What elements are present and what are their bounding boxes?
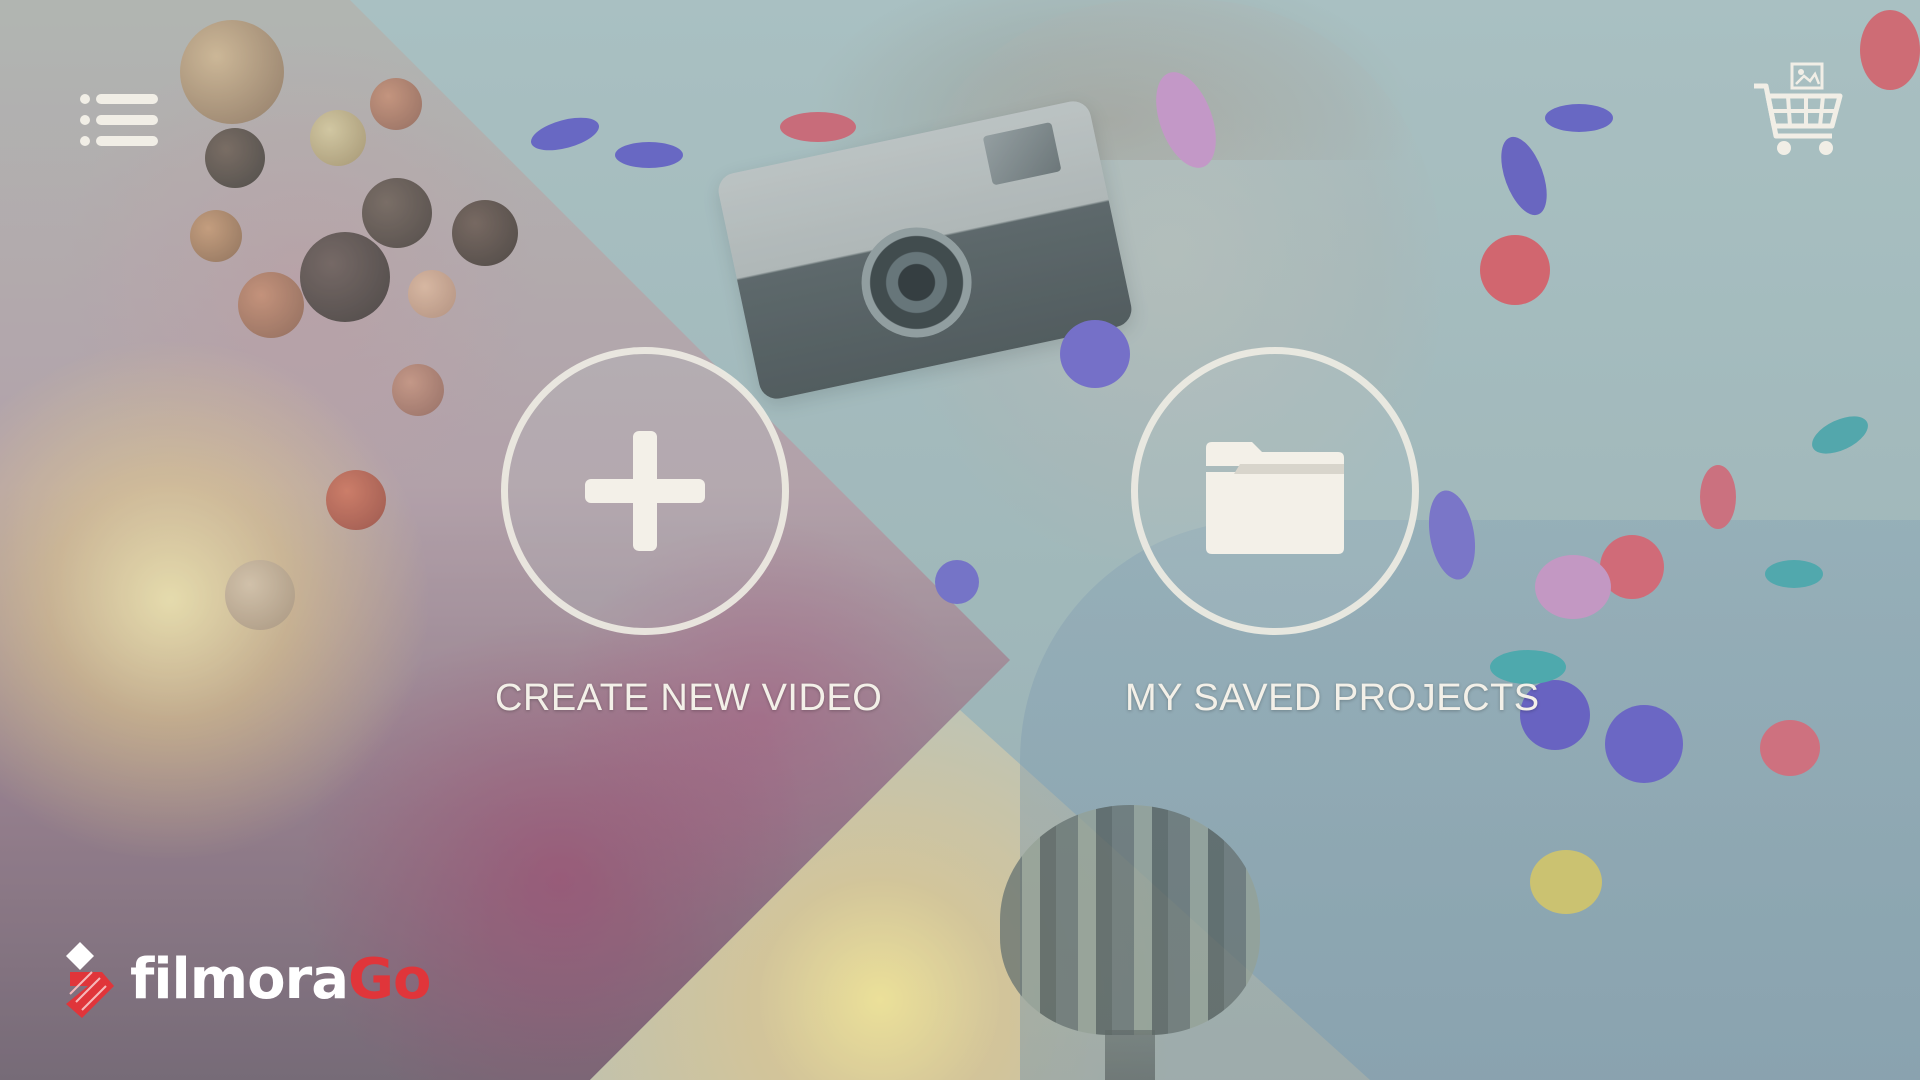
menu-row: [80, 115, 158, 125]
app-logo-text: filmoraGo: [130, 952, 431, 1008]
background-tint: [0, 0, 1920, 1080]
create-new-video-label: CREATE NEW VIDEO: [495, 677, 883, 719]
store-button[interactable]: [1752, 62, 1844, 158]
menu-dot: [80, 115, 90, 125]
app-logo: filmoraGo: [62, 940, 431, 1020]
menu-bar: [96, 115, 158, 125]
menu-row: [80, 94, 158, 104]
folder-icon: [1206, 442, 1344, 554]
menu-button[interactable]: [80, 94, 158, 146]
menu-row: [80, 136, 158, 146]
create-video-ring: [501, 347, 789, 635]
shopping-cart-icon: [1754, 62, 1843, 155]
home-screen: CREATE NEW VIDEO MY SAVED PROJECTS filmo…: [0, 0, 1920, 1080]
filmora-logo-icon: [62, 942, 120, 1018]
logo-text-go: Go: [347, 947, 431, 1012]
my-saved-projects-label: MY SAVED PROJECTS: [1125, 677, 1540, 719]
menu-bar: [96, 94, 158, 104]
menu-dot: [80, 136, 90, 146]
saved-projects-ring: [1131, 347, 1419, 635]
logo-text-filmora: filmora: [130, 947, 349, 1012]
menu-dot: [80, 94, 90, 104]
plus-icon: [585, 431, 705, 551]
create-new-video-button[interactable]: CREATE NEW VIDEO: [495, 347, 883, 720]
menu-bar: [96, 136, 158, 146]
my-saved-projects-button[interactable]: MY SAVED PROJECTS: [1125, 347, 1540, 720]
